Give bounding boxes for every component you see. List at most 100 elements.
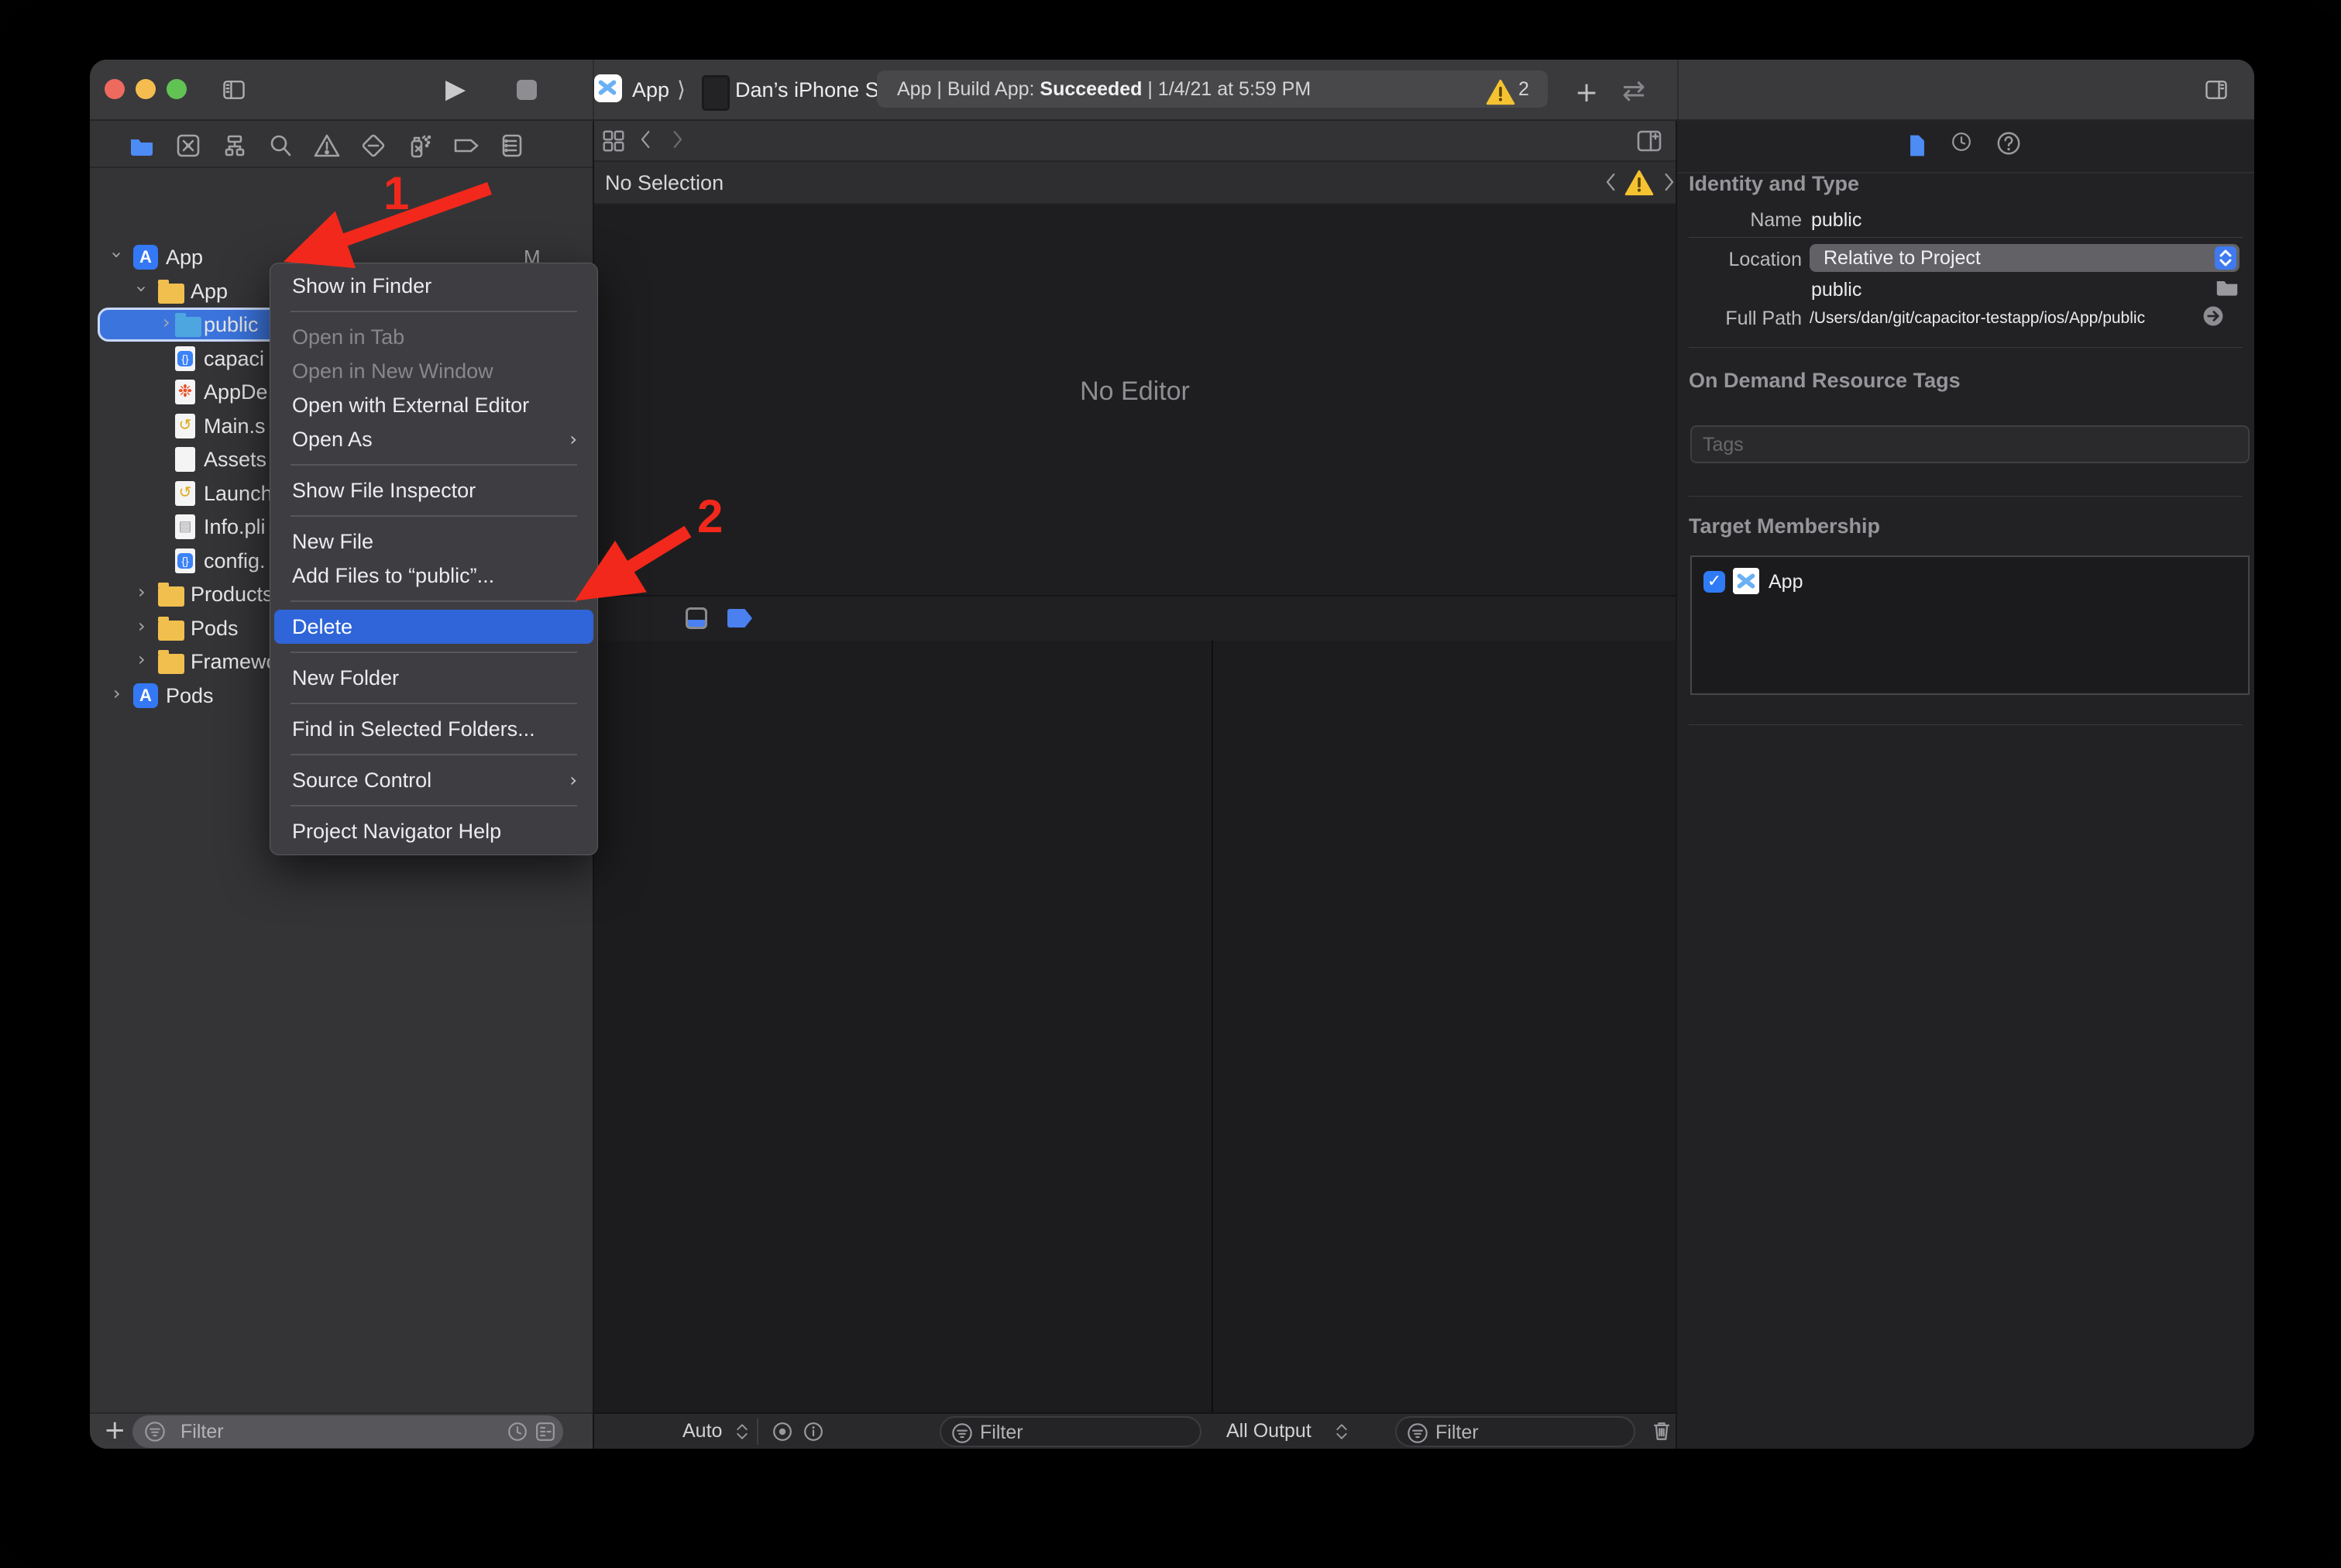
issue-warning-icon[interactable] <box>1624 168 1654 198</box>
location-dropdown[interactable]: Relative to Project <box>1810 244 2240 272</box>
menu-item-open-in-new-window[interactable]: Open in New Window <box>270 354 597 388</box>
menu-item-delete[interactable]: Delete <box>274 610 593 644</box>
navigator-bottom-bar: + Filter <box>90 1412 593 1449</box>
add-file-button[interactable]: + <box>104 1415 126 1446</box>
source-control-navigator-icon[interactable] <box>174 132 202 160</box>
menu-separator <box>290 652 577 653</box>
location-value: Relative to Project <box>1824 247 1981 270</box>
minimize-window-button[interactable] <box>136 79 156 99</box>
navigator-tab-bar <box>90 121 593 168</box>
debug-navigator-icon[interactable] <box>406 132 434 160</box>
zoom-window-button[interactable] <box>167 79 187 99</box>
toggle-debug-area-icon[interactable] <box>686 607 707 629</box>
navigator-filter-field[interactable]: Filter <box>132 1415 563 1448</box>
submenu-chevron-icon: › <box>569 763 577 797</box>
tags-placeholder: Tags <box>1703 434 1744 456</box>
print-description-info-icon[interactable] <box>802 1420 825 1443</box>
screenshot-root: { "toolbar": { "traffic_lights": ["close… <box>0 0 2341 1568</box>
project-navigator-icon[interactable] <box>128 132 156 160</box>
breakpoint-navigator-icon[interactable] <box>452 132 480 160</box>
previous-issue-chevron-icon[interactable] <box>1600 170 1623 194</box>
related-items-grid-icon[interactable] <box>600 128 627 154</box>
folder-icon <box>158 616 184 641</box>
console-filter-field[interactable]: Filter <box>1395 1416 1635 1447</box>
disclosure-chevron-icon[interactable]: › <box>163 311 170 333</box>
debug-pane-divider[interactable] <box>1212 641 1213 1412</box>
clear-console-trash-icon[interactable] <box>1649 1418 1674 1443</box>
disclosure-chevron-icon[interactable]: › <box>138 581 146 603</box>
disclosure-chevron-icon[interactable]: › <box>138 615 146 637</box>
quicklook-eye-icon[interactable] <box>771 1420 794 1443</box>
divider <box>1689 237 2243 238</box>
toolbar-divider <box>1677 60 1679 119</box>
filter-icon <box>143 1420 167 1443</box>
menu-item-source-control[interactable]: Source Control› <box>270 763 597 797</box>
on-demand-header: On Demand Resource Tags <box>1689 369 1961 393</box>
run-button[interactable]: ▶ <box>445 74 466 105</box>
filter-placeholder: Filter <box>180 1421 224 1443</box>
disclosure-chevron-icon[interactable]: › <box>113 683 121 704</box>
forward-chevron-icon[interactable] <box>665 128 689 151</box>
warning-count[interactable]: 2 <box>1518 78 1529 101</box>
recent-files-clock-icon[interactable] <box>506 1420 529 1443</box>
tab-history-inspector[interactable] <box>1950 130 1981 161</box>
menu-item-new-file[interactable]: New File <box>270 524 597 559</box>
open-path-arrow-icon[interactable] <box>2201 304 2226 328</box>
run-destination-button[interactable]: Dan’s iPhone SE <box>735 78 893 102</box>
toggle-inspector-icon[interactable] <box>2202 77 2231 103</box>
back-chevron-icon[interactable] <box>634 128 658 151</box>
menu-item-show-in-finder[interactable]: Show in Finder <box>270 269 597 303</box>
target-membership-header: Target Membership <box>1689 514 1880 538</box>
menu-separator <box>290 703 577 704</box>
tab-help-inspector[interactable] <box>1996 130 2026 161</box>
file-name: App <box>166 246 203 270</box>
breakpoints-toggle-icon[interactable] <box>727 609 752 628</box>
menu-item-open-in-tab[interactable]: Open in Tab <box>270 320 597 354</box>
updown-stepper-icon <box>1332 1422 1352 1442</box>
disclosure-chevron-icon[interactable]: › <box>138 648 146 670</box>
source-control-status-filter-icon[interactable] <box>534 1420 557 1443</box>
activity-status-bar[interactable]: App | Build App: Succeeded | 1/4/21 at 5… <box>877 70 1548 108</box>
menu-item-new-folder[interactable]: New Folder <box>270 661 597 695</box>
doc-swift-icon: ❉ <box>175 380 195 404</box>
console-output-popup[interactable]: All Output <box>1226 1420 1311 1442</box>
editor-options-icon[interactable] <box>1635 127 1663 155</box>
symbol-navigator-icon[interactable] <box>221 132 249 160</box>
choose-folder-icon[interactable] <box>2215 276 2240 299</box>
name-value[interactable]: public <box>1811 209 1861 232</box>
toggle-navigator-icon[interactable] <box>219 77 249 103</box>
report-navigator-icon[interactable] <box>498 132 526 160</box>
menu-item-open-as[interactable]: Open As› <box>270 422 597 456</box>
close-window-button[interactable] <box>105 79 125 99</box>
tab-file-inspector[interactable] <box>1904 130 1935 161</box>
context-menu: Show in Finder Open in TabOpen in New Win… <box>270 263 598 855</box>
disclosure-chevron-icon[interactable]: › <box>106 251 128 259</box>
test-navigator-icon[interactable] <box>359 132 387 160</box>
xcode-scheme-icon[interactable] <box>594 74 622 102</box>
doc-storyboard-icon: ↺ <box>175 414 195 438</box>
filter-placeholder: Filter <box>1435 1422 1479 1444</box>
divider <box>757 1418 758 1445</box>
menu-item-find-in-selected-folders[interactable]: Find in Selected Folders... <box>270 712 597 746</box>
target-checkbox[interactable]: ✓ <box>1703 571 1725 593</box>
tags-field[interactable]: Tags <box>1690 425 2250 463</box>
menu-item-add-files-to-public[interactable]: Add Files to “public”... <box>270 559 597 593</box>
stop-button[interactable] <box>517 80 537 100</box>
variables-view-popup[interactable]: Auto <box>682 1420 722 1442</box>
library-add-button[interactable]: + <box>1575 77 1598 108</box>
divider <box>1689 496 2243 497</box>
menu-item-show-file-inspector[interactable]: Show File Inspector <box>270 473 597 507</box>
disclosure-chevron-icon[interactable]: › <box>131 285 153 293</box>
variables-filter-field[interactable]: Filter <box>940 1416 1201 1447</box>
menu-item-project-navigator-help[interactable]: Project Navigator Help <box>270 814 597 848</box>
find-navigator-icon[interactable] <box>266 132 294 160</box>
no-selection-bar: No Selection <box>594 162 1676 205</box>
editor-swap-icon[interactable]: ⇄ <box>1622 75 1645 107</box>
scheme-button[interactable]: App <box>632 78 669 102</box>
issue-navigator-icon[interactable] <box>313 132 341 160</box>
warning-icon[interactable] <box>1486 77 1515 107</box>
file-name: Info.pli <box>204 515 266 539</box>
inspector-divider[interactable] <box>1676 121 1677 1449</box>
menu-item-open-with-external-editor[interactable]: Open with External Editor <box>270 388 597 422</box>
file-name: Assets <box>204 448 266 472</box>
